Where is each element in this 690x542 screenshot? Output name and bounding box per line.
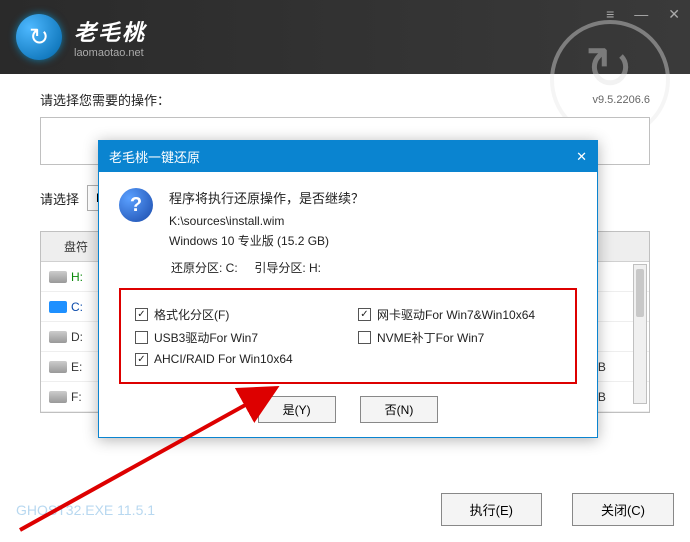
dialog-source: K:\sources\install.wim — [169, 214, 364, 228]
check-icon: ✓ — [358, 308, 371, 321]
logo-icon: ↻ — [16, 14, 62, 60]
drive-icon — [49, 361, 67, 373]
ghost-version: GHOST32.EXE 11.5.1 — [16, 502, 155, 518]
close-icon[interactable]: ✕ — [668, 6, 680, 23]
drive-icon — [49, 301, 67, 313]
yes-button[interactable]: 是(Y) — [258, 396, 336, 423]
chk-ahci[interactable]: ✓AHCI/RAID For Win10x64 — [135, 352, 561, 366]
dialog-os: Windows 10 专业版 (15.2 GB) — [169, 232, 364, 249]
boot-part: 引导分区: H: — [254, 261, 321, 275]
brand-en: laomaotao.net — [74, 47, 146, 59]
dialog-close-icon[interactable]: ✕ — [576, 149, 587, 165]
question-icon: ? — [119, 188, 153, 222]
check-icon: ✓ — [135, 353, 148, 366]
version-label: v9.5.2206.6 — [593, 94, 651, 106]
options-box: ✓格式化分区(F) ✓网卡驱动For Win7&Win10x64 USB3驱动F… — [119, 288, 577, 384]
no-button[interactable]: 否(N) — [360, 396, 439, 423]
chk-usb3[interactable]: USB3驱动For Win7 — [135, 329, 338, 346]
restore-part: 还原分区: C: — [171, 261, 238, 275]
drive-icon — [49, 391, 67, 403]
confirm-dialog: 老毛桃一键还原 ✕ ? 程序将执行还原操作，是否继续？ K:\sources\i… — [98, 140, 598, 438]
dialog-title: 老毛桃一键还原 — [109, 147, 200, 166]
drive-icon — [49, 271, 67, 283]
close-button[interactable]: 关闭(C) — [572, 493, 674, 526]
dialog-titlebar: 老毛桃一键还原 ✕ — [99, 141, 597, 172]
brand: 老毛桃 laomaotao.net — [74, 15, 146, 59]
check-icon — [358, 331, 371, 344]
table-scrollbar[interactable] — [633, 264, 647, 404]
check-icon — [135, 331, 148, 344]
op-label: 请选择您需要的操作： — [40, 90, 170, 109]
chk-nvme[interactable]: NVME补丁For Win7 — [358, 329, 561, 346]
check-icon: ✓ — [135, 308, 148, 321]
select-label: 请选择 — [40, 189, 79, 208]
footer: GHOST32.EXE 11.5.1 执行(E) 关闭(C) — [16, 493, 674, 526]
dialog-question: 程序将执行还原操作，是否继续？ — [169, 188, 364, 210]
minimize-icon[interactable]: — — [634, 6, 648, 23]
chk-netdrv[interactable]: ✓网卡驱动For Win7&Win10x64 — [358, 306, 561, 323]
partition-info: 还原分区: C: 引导分区: H: — [171, 259, 577, 276]
brand-cn: 老毛桃 — [74, 15, 146, 47]
chk-format[interactable]: ✓格式化分区(F) — [135, 306, 338, 323]
drive-icon — [49, 331, 67, 343]
execute-button[interactable]: 执行(E) — [441, 493, 542, 526]
